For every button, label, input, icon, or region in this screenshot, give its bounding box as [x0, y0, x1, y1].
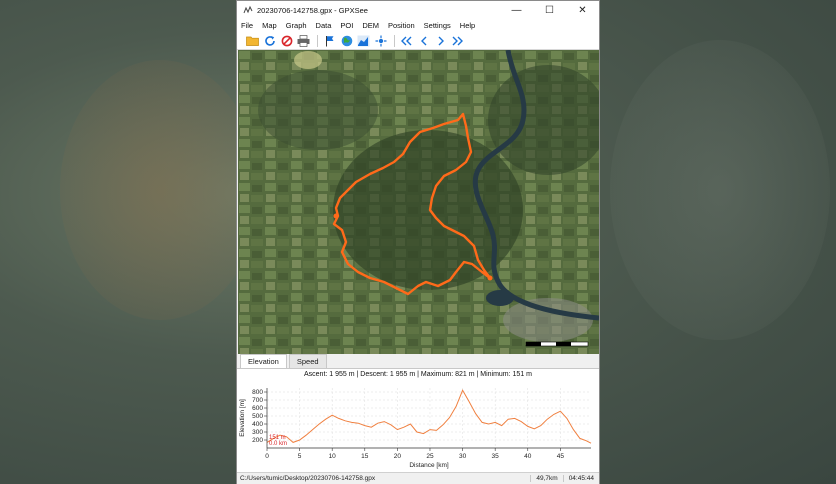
status-bar: C:/Users/tumic/Desktop/20230706-142758.g…	[237, 472, 599, 484]
last-file-icon[interactable]	[450, 33, 465, 48]
x-tick-label: 10	[329, 453, 337, 460]
flag-icon[interactable]	[322, 33, 337, 48]
x-tick-label: 35	[492, 453, 500, 460]
min-distance-marker: 0.0 km	[269, 441, 287, 447]
graph-toggle-icon[interactable]	[356, 33, 371, 48]
status-time: 04:45:44	[562, 475, 599, 482]
window-title: 20230706-142758.gpx - GPXSee	[257, 5, 368, 15]
menu-help[interactable]: Help	[460, 21, 475, 30]
next-file-icon[interactable]	[433, 33, 448, 48]
first-file-icon[interactable]	[399, 33, 414, 48]
menu-position[interactable]: Position	[388, 21, 415, 30]
minimize-button[interactable]: —	[500, 1, 533, 19]
track-start-marker	[333, 213, 339, 219]
title-bar: 20230706-142758.gpx - GPXSee — ☐ ✕	[237, 1, 599, 19]
menu-poi[interactable]: POI	[340, 21, 353, 30]
x-axis-ticks: 0 5 10 15 20 25 30 35 40 45	[265, 448, 564, 460]
x-axis-label: Distance [km]	[409, 462, 449, 469]
forest-area	[258, 70, 378, 150]
elevation-line	[266, 389, 592, 444]
town-area	[503, 298, 593, 342]
satellite-map-view[interactable]	[238, 50, 599, 354]
x-tick-label: 20	[394, 453, 402, 460]
y-tick-label: 800	[252, 389, 263, 396]
y-tick-label: 400	[252, 421, 263, 428]
menu-bar: File Map Graph Data POI DEM Position Set…	[237, 19, 599, 32]
globe-icon[interactable]	[339, 33, 354, 48]
open-folder-icon[interactable]	[245, 33, 260, 48]
x-tick-label: 0	[265, 453, 269, 460]
menu-graph[interactable]: Graph	[286, 21, 307, 30]
close-file-icon[interactable]	[279, 33, 294, 48]
status-file-path: C:/Users/tumic/Desktop/20230706-142758.g…	[240, 475, 376, 482]
menu-data[interactable]: Data	[316, 21, 332, 30]
position-icon[interactable]	[373, 33, 388, 48]
chart-grid	[266, 388, 591, 448]
field-area	[294, 51, 322, 69]
y-tick-label: 200	[252, 437, 263, 444]
elevation-graph-panel: Ascent: 1 955 m | Descent: 1 955 m | Max…	[237, 369, 599, 472]
toolbar-separator	[317, 34, 318, 47]
y-tick-label: 700	[252, 397, 263, 404]
x-tick-label: 25	[426, 453, 434, 460]
map-scale-bar	[525, 341, 589, 347]
y-tick-label: 600	[252, 405, 263, 412]
menu-settings[interactable]: Settings	[424, 21, 451, 30]
print-icon[interactable]	[296, 33, 311, 48]
menu-file[interactable]: File	[241, 21, 253, 30]
track-end-marker	[487, 275, 493, 281]
y-axis-ticks: 200300400500600700800	[252, 389, 267, 444]
x-tick-label: 15	[361, 453, 369, 460]
tab-elevation[interactable]: Elevation	[240, 354, 287, 368]
elevation-chart[interactable]: 200300400500600700800 0 5 10 15 20 25 30 35 40 45…	[237, 380, 599, 470]
elevation-stats: Ascent: 1 955 m | Descent: 1 955 m | Max…	[304, 371, 532, 378]
close-window-button[interactable]: ✕	[566, 1, 599, 19]
toolbar	[237, 32, 599, 50]
tab-speed[interactable]: Speed	[288, 354, 327, 368]
y-tick-label: 500	[252, 413, 263, 420]
reload-icon[interactable]	[262, 33, 277, 48]
background-blur	[610, 40, 830, 340]
menu-map[interactable]: Map	[262, 21, 277, 30]
x-tick-label: 30	[459, 453, 467, 460]
gpxsee-app-icon	[243, 5, 253, 15]
menu-dem[interactable]: DEM	[362, 21, 379, 30]
gpxsee-window: 20230706-142758.gpx - GPXSee — ☐ ✕ File …	[236, 0, 600, 484]
y-axis-label: Elevation [m]	[239, 399, 246, 437]
x-tick-label: 40	[524, 453, 532, 460]
status-distance: 49,7km	[530, 475, 562, 482]
x-tick-label: 5	[298, 453, 302, 460]
toolbar-separator	[394, 34, 395, 47]
maximize-button[interactable]: ☐	[533, 1, 566, 19]
lake	[486, 290, 514, 306]
background-blur	[60, 60, 260, 320]
x-tick-label: 45	[557, 453, 565, 460]
previous-file-icon[interactable]	[416, 33, 431, 48]
graph-tab-bar: Elevation Speed	[237, 354, 599, 369]
y-tick-label: 300	[252, 429, 263, 436]
